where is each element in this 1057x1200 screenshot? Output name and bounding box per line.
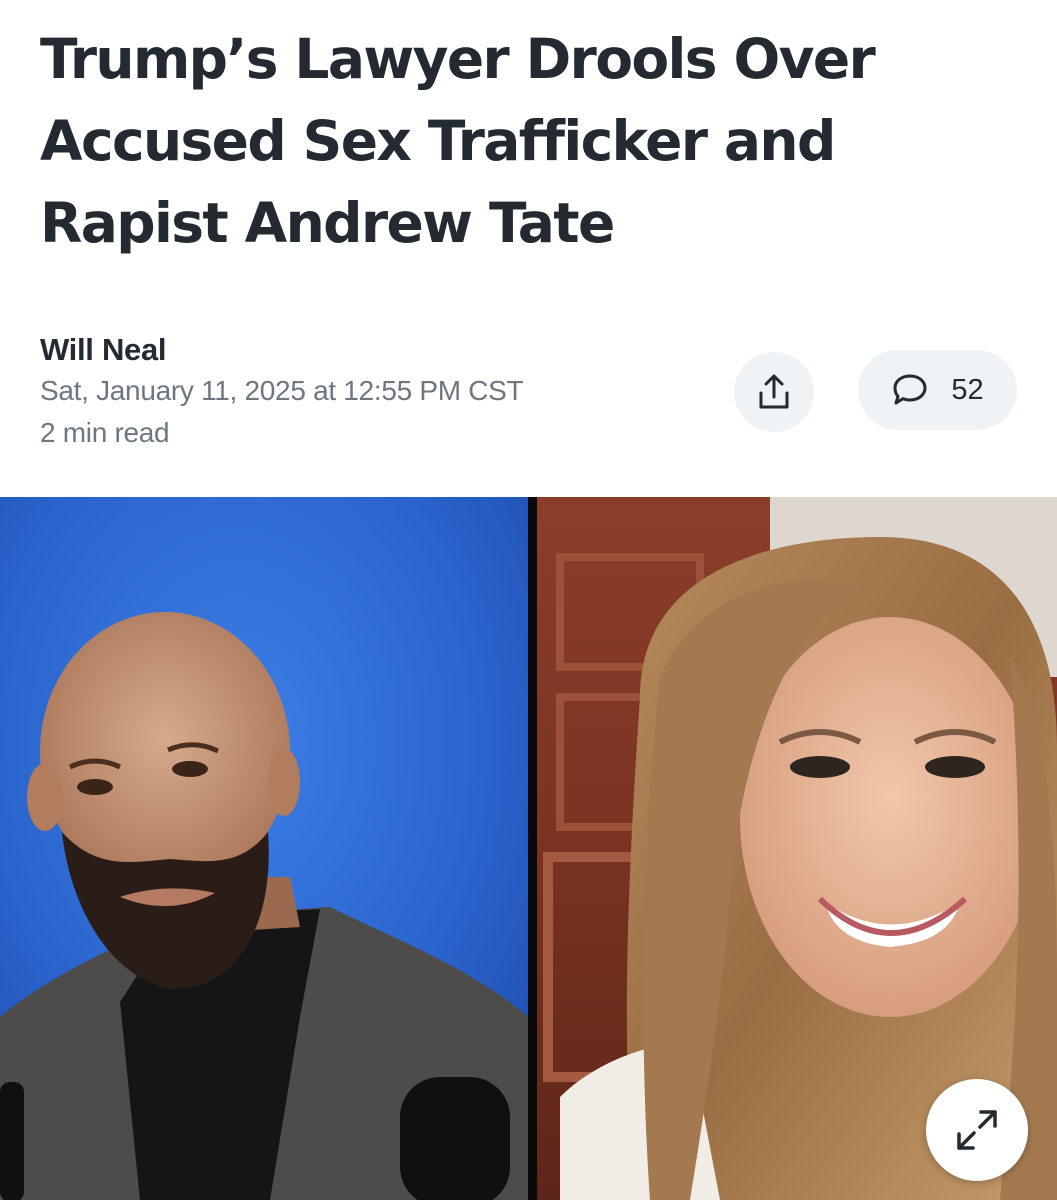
expand-image-button[interactable] — [926, 1079, 1028, 1181]
publish-date: Sat, January 11, 2025 at 12:55 PM CST — [40, 375, 524, 406]
video-call-still — [0, 497, 1057, 1200]
share-icon — [759, 374, 789, 409]
author-name[interactable]: Will Neal — [40, 330, 523, 370]
comment-count: 52 — [951, 373, 984, 406]
expand-arrows-icon — [957, 1110, 997, 1150]
comments-button[interactable]: 52 — [858, 350, 1017, 430]
byline: Will Neal Sat, January 11, 2025 at 12:55… — [40, 330, 524, 454]
article-headline: Trump’s Lawyer Drools Over Accused Sex T… — [40, 27, 876, 255]
article-hero-image[interactable] — [0, 497, 1057, 1200]
share-button[interactable] — [734, 352, 814, 432]
read-time: 2 min read — [40, 417, 170, 448]
comment-bubble-icon — [893, 374, 927, 405]
